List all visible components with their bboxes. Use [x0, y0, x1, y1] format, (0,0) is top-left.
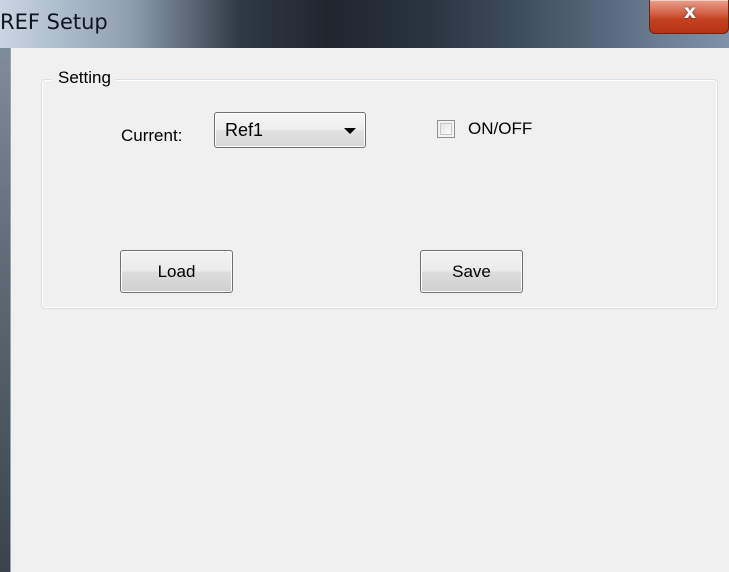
title-bar[interactable]: REF Setup x [0, 0, 729, 48]
current-ref-value: Ref1 [225, 120, 264, 140]
close-icon: x [683, 1, 697, 23]
window-frame-left [0, 48, 10, 572]
current-label: Current: [121, 126, 183, 145]
load-button[interactable]: Load [120, 250, 233, 293]
close-button[interactable]: x [649, 0, 729, 34]
on-off-label[interactable]: ON/OFF [468, 118, 532, 140]
dialog-client-area: Setting Current: Ref1 ON/OFF Load Save [10, 48, 729, 572]
ref-setup-dialog: REF Setup x Setting Current: Ref1 ON/OFF… [0, 0, 729, 572]
current-ref-dropdown[interactable]: Ref1 [214, 112, 366, 148]
chevron-down-icon [344, 128, 356, 134]
on-off-checkbox[interactable] [437, 120, 455, 138]
setting-groupbox-label: Setting [52, 68, 115, 88]
save-button[interactable]: Save [420, 250, 523, 293]
window-title: REF Setup [0, 10, 108, 34]
